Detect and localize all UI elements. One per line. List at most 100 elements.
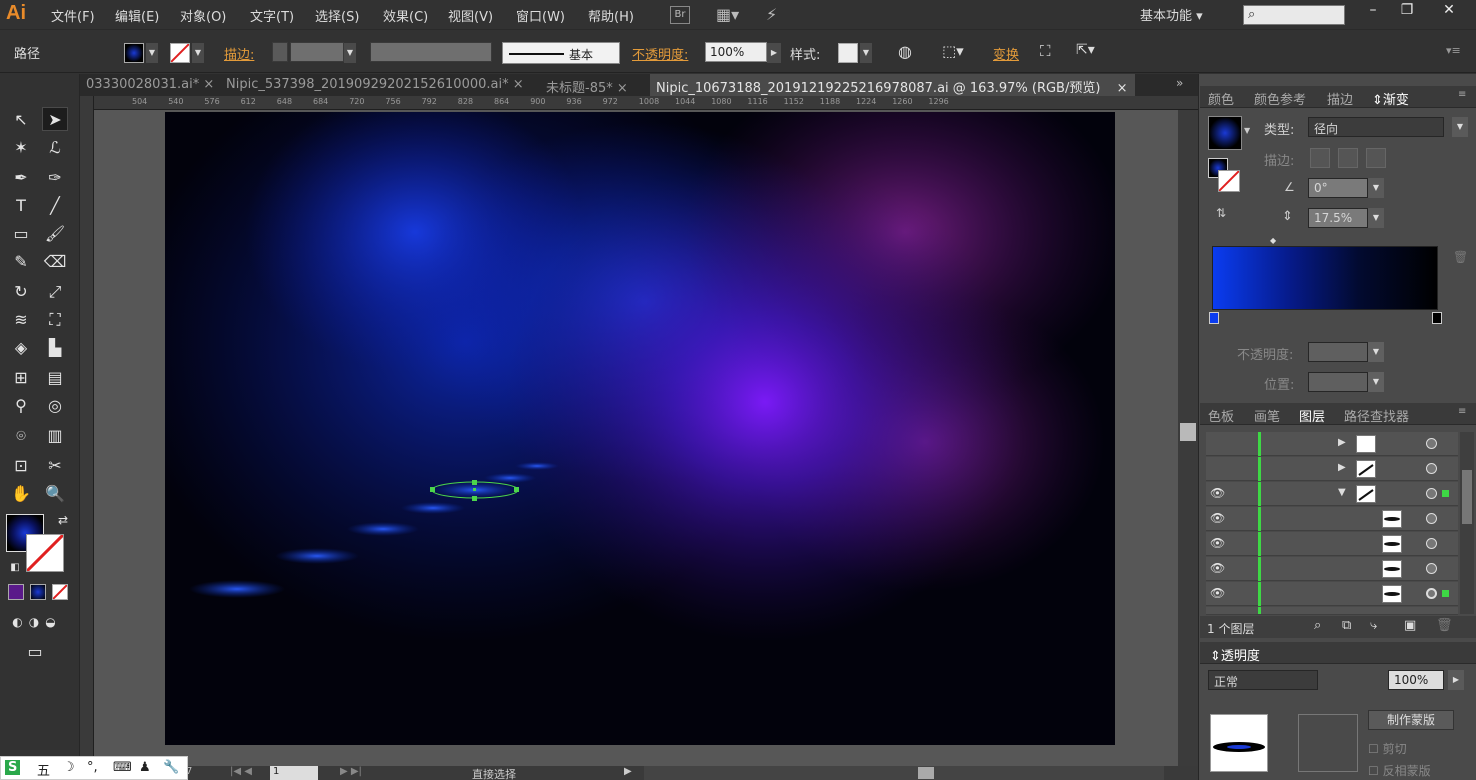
search-input[interactable]: ⌕ <box>1243 5 1345 25</box>
menu-select[interactable]: 选择(S) <box>315 6 359 25</box>
artboard-nav-last-icon[interactable]: ▶ ▶| <box>340 766 362 777</box>
visibility-eye-icon[interactable]: 👁 <box>1210 511 1225 525</box>
warp-tool-icon[interactable]: ≋ <box>8 308 34 332</box>
layers-menu-icon[interactable]: ≡ <box>1458 406 1466 417</box>
variable-width-profile[interactable] <box>370 42 492 62</box>
column-graph-tool-icon[interactable]: ▥ <box>42 424 68 448</box>
midpoint-diamond-icon[interactable]: ◆ <box>1270 236 1276 245</box>
gradient-stop-end[interactable] <box>1432 312 1442 324</box>
curvature-tool-icon[interactable]: ✑ <box>42 166 68 190</box>
tab-stroke[interactable]: 描边 <box>1327 89 1353 108</box>
layer-row[interactable]: 👁 <box>1206 507 1458 531</box>
gradient-stop-start[interactable] <box>1209 312 1219 324</box>
expand-icon[interactable]: ▶ <box>1338 462 1346 473</box>
tab-color[interactable]: 颜色 <box>1208 89 1234 108</box>
opacity-arrow-icon[interactable]: ▶ <box>767 43 781 63</box>
symbol-sprayer-tool-icon[interactable]: ⌾ <box>8 424 34 448</box>
perspective-grid-tool-icon[interactable]: ▙ <box>42 336 68 360</box>
target-icon[interactable] <box>1426 563 1437 574</box>
menu-effect[interactable]: 效果(C) <box>383 6 428 25</box>
stroke-mini-swatch[interactable] <box>1218 170 1240 192</box>
pen-tool-icon[interactable]: ✒ <box>8 166 34 190</box>
transparency-opacity-input[interactable]: 100% <box>1388 670 1444 690</box>
new-sublayer-icon[interactable]: ⤷ <box>1370 618 1377 633</box>
fill-color-swatch[interactable] <box>124 43 144 63</box>
control-bar-menu-icon[interactable]: ▾≡ <box>1446 44 1461 57</box>
visibility-eye-icon[interactable]: 👁 <box>1210 536 1225 550</box>
vertical-ruler[interactable] <box>80 96 94 760</box>
workspace-switcher[interactable]: 基本功能 ▾ <box>1140 5 1203 24</box>
color-mode-button[interactable] <box>8 584 24 600</box>
rotate-tool-icon[interactable]: ↻ <box>8 280 34 304</box>
angle-input[interactable]: 0° <box>1308 178 1368 198</box>
paintbrush-tool-icon[interactable]: 🖌 <box>42 222 68 246</box>
horizontal-scrollbar[interactable] <box>644 766 1164 780</box>
invert-mask-checkbox[interactable]: ☐ 反相蒙版 <box>1368 762 1431 779</box>
clip-checkbox[interactable]: ☐ 剪切 <box>1368 740 1407 757</box>
tab-overflow-icon[interactable]: » <box>1176 76 1183 90</box>
ime-wubi-icon[interactable]: 五 <box>37 760 50 779</box>
magic-wand-tool-icon[interactable]: ✶ <box>8 136 34 160</box>
slice-tool-icon[interactable]: ✂ <box>42 454 68 478</box>
bridge-button[interactable]: Br <box>670 6 690 24</box>
artboard[interactable] <box>165 112 1115 745</box>
delete-layer-icon[interactable]: 🗑 <box>1436 618 1453 633</box>
menu-view[interactable]: 视图(V) <box>448 6 493 25</box>
tab-document-1[interactable]: 03330028031.ai* × <box>80 74 220 96</box>
target-icon-selected[interactable] <box>1426 588 1437 599</box>
gradient-type-dropdown-icon[interactable]: ▼ <box>1452 117 1468 137</box>
stroke-color-swatch[interactable] <box>170 43 190 63</box>
selection-indicator[interactable] <box>1442 590 1449 597</box>
eyedropper-tool-icon[interactable]: ⚲ <box>8 394 34 418</box>
vertical-scrollbar-thumb[interactable] <box>1180 423 1196 441</box>
menu-help[interactable]: 帮助(H) <box>588 6 634 25</box>
status-menu-icon[interactable]: ▶ <box>624 766 632 777</box>
transform-panel-link[interactable]: 变换 <box>993 44 1019 63</box>
stroke-swatch[interactable] <box>25 533 65 573</box>
gradient-tool-icon[interactable]: ▤ <box>42 366 68 390</box>
target-icon[interactable] <box>1426 513 1437 524</box>
expand-icon[interactable]: ▶ <box>1338 437 1346 448</box>
layer-row[interactable]: 👁 <box>1206 582 1458 606</box>
transparency-opacity-arrow-icon[interactable]: ▶ <box>1448 670 1464 690</box>
tab-close-icon[interactable]: × <box>513 77 524 92</box>
line-tool-icon[interactable]: ╱ <box>42 194 68 218</box>
stroke-weight-stepper[interactable] <box>272 42 288 62</box>
lasso-tool-icon[interactable]: ℒ <box>42 136 68 160</box>
layer-row[interactable]: 👁 <box>1206 557 1458 581</box>
ime-keyboard-icon[interactable]: ⌨ <box>113 760 132 775</box>
mask-thumbnail[interactable] <box>1298 714 1358 772</box>
aspect-ratio-dropdown-icon[interactable]: ▼ <box>1368 208 1384 228</box>
tab-layers[interactable]: 图层 <box>1299 406 1325 425</box>
visibility-eye-icon[interactable]: 👁 <box>1210 561 1225 575</box>
recolor-artwork-icon[interactable]: ◍ <box>898 42 912 61</box>
close-button[interactable]: ✕ <box>1436 2 1462 24</box>
menu-window[interactable]: 窗口(W) <box>516 6 565 25</box>
layer-row[interactable] <box>1206 607 1458 615</box>
gradient-slider[interactable] <box>1212 246 1438 310</box>
zoom-tool-icon[interactable]: 🔍 <box>42 482 68 506</box>
stroke-dropdown-icon[interactable]: ▼ <box>192 43 204 63</box>
stroke-panel-link[interactable]: 描边: <box>224 44 254 63</box>
horizontal-scrollbar-thumb[interactable] <box>918 767 934 779</box>
restore-button[interactable]: ❐ <box>1394 2 1420 24</box>
stroke-across-icon[interactable] <box>1366 148 1386 168</box>
make-mask-button[interactable]: 制作蒙版 <box>1368 710 1454 730</box>
stop-location-dropdown-icon[interactable]: ▼ <box>1368 372 1384 392</box>
aspect-ratio-input[interactable]: 17.5% <box>1308 208 1368 228</box>
opacity-panel-link[interactable]: 不透明度: <box>632 44 688 63</box>
menu-object[interactable]: 对象(O) <box>180 6 226 25</box>
locate-object-icon[interactable]: ⌕ <box>1314 618 1321 633</box>
artboard-nav-first-icon[interactable]: |◀ ◀ <box>230 766 252 777</box>
scale-tool-icon[interactable]: ⤢ <box>42 280 68 304</box>
layers-scrollbar-thumb[interactable] <box>1462 470 1472 524</box>
ime-skin-icon[interactable]: ♟ <box>139 760 151 775</box>
tab-brushes[interactable]: 画笔 <box>1254 406 1280 425</box>
graphic-style-swatch[interactable] <box>838 43 858 63</box>
visibility-eye-icon[interactable]: 👁 <box>1210 586 1225 600</box>
panel-menu-icon[interactable]: ≡ <box>1458 89 1466 100</box>
gradient-type-select[interactable]: 径向 <box>1308 117 1444 137</box>
layer-row[interactable]: 👁 <box>1206 532 1458 556</box>
menu-type[interactable]: 文字(T) <box>250 6 294 25</box>
fill-dropdown-icon[interactable]: ▼ <box>146 43 158 63</box>
